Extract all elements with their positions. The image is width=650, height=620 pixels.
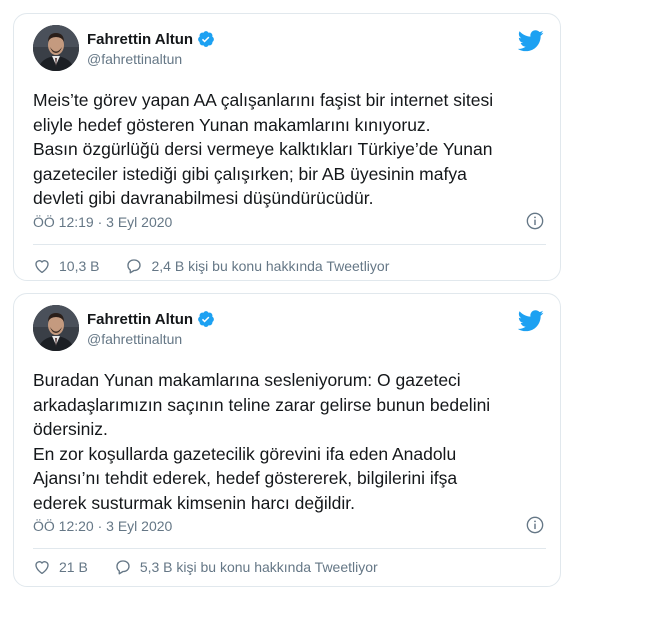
tweet-timestamp[interactable]: ÖÖ 12:20 · 3 Eyl 2020 — [33, 518, 172, 534]
twitter-bird-icon[interactable] — [517, 310, 544, 332]
author-name[interactable]: Fahrettin Altun — [87, 31, 193, 48]
tweet-text-line: eliyle hedef gösteren Yunan makamlarını … — [33, 114, 431, 135]
avatar[interactable] — [33, 25, 79, 71]
heart-icon — [35, 561, 49, 575]
tweet-card[interactable]: Fahrettin Altun @fahrettinaltun Buradan … — [13, 293, 561, 587]
conversation-link[interactable]: 5,3 B kişi bu konu hakkında Tweetliyor — [114, 558, 378, 576]
tweet-actions: 10,3 B 2,4 B kişi bu konu hakkında Tweet… — [33, 257, 389, 275]
author-handle[interactable]: @fahrettinaltun — [87, 331, 182, 347]
like-button[interactable]: 21 B — [33, 558, 88, 576]
tweet-actions: 21 B 5,3 B kişi bu konu hakkında Tweetli… — [33, 558, 378, 576]
verified-badge-icon — [197, 30, 215, 48]
conversation-text: 2,4 B kişi bu konu hakkında Tweetliyor — [151, 258, 390, 274]
tweet-text: Meis’te görev yapan AA çalışanlarını faş… — [33, 88, 546, 211]
author-name[interactable]: Fahrettin Altun — [87, 311, 193, 328]
author-row[interactable]: Fahrettin Altun — [87, 30, 215, 48]
divider — [33, 548, 546, 549]
tweet-text-line: Buradan Yunan makamlarına sesleniyorum: … — [33, 370, 461, 390]
tweet-text: Buradan Yunan makamlarına sesleniyorum: … — [33, 368, 546, 515]
avatar[interactable] — [33, 305, 79, 351]
verified-badge-icon — [197, 310, 215, 328]
tweet-text-line: Meis’te görev yapan AA çalışanlarını faş… — [33, 90, 494, 110]
tweet-timestamp[interactable]: ÖÖ 12:19 · 3 Eyl 2020 — [33, 214, 172, 230]
tweet-text-line: Basın özgürlüğü dersi vermeye kalktıklar… — [33, 139, 493, 159]
like-count: 21 B — [59, 559, 88, 575]
divider — [33, 244, 546, 245]
tweet-text-line: arkadaşlarımızın saçının teline zarar ge… — [33, 394, 491, 415]
like-count: 10,3 B — [59, 258, 100, 274]
tweet-text-line: gazeteciler istediği gibi çalışırken; bi… — [33, 163, 467, 184]
speech-bubble-icon — [127, 259, 142, 274]
author-handle[interactable]: @fahrettinaltun — [87, 51, 182, 67]
conversation-text: 5,3 B kişi bu konu hakkında Tweetliyor — [139, 559, 378, 575]
conversation-link[interactable]: 2,4 B kişi bu konu hakkında Tweetliyor — [125, 257, 389, 275]
heart-icon — [35, 260, 49, 274]
tweet-text-line: ödersiniz. — [33, 419, 108, 439]
tweet-text-line: devleti gibi davranabilmesi düşündürücüd… — [33, 188, 374, 208]
speech-bubble-icon — [116, 560, 130, 575]
info-icon[interactable] — [526, 516, 544, 534]
tweet-text-line: Ajansı’nı tehdit ederek, hedef gösterere… — [33, 468, 458, 488]
author-row[interactable]: Fahrettin Altun — [87, 310, 215, 328]
twitter-bird-icon[interactable] — [517, 30, 544, 52]
info-icon[interactable] — [526, 212, 544, 230]
like-button[interactable]: 10,3 B — [33, 257, 99, 275]
tweet-text-line: ederek susturmak kimsenin harcı değildir… — [33, 492, 355, 513]
tweet-text-line: En zor koşullarda gazetecilik görevini i… — [33, 443, 457, 464]
tweet-card[interactable]: Fahrettin Altun @fahrettinaltun Meis’te … — [13, 13, 561, 281]
